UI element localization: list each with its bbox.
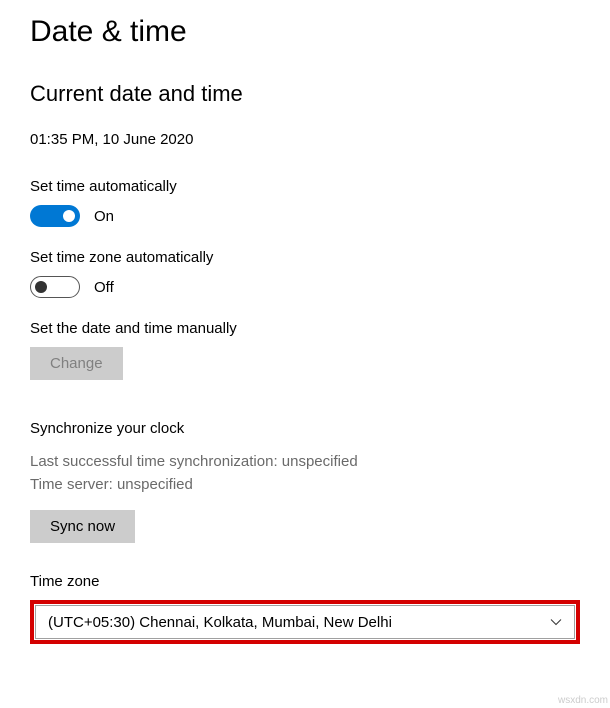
sync-now-button[interactable]: Sync now [30,510,135,543]
toggle-thumb-icon [63,210,75,222]
toggle-thumb-icon [35,281,47,293]
timezone-selected-value: (UTC+05:30) Chennai, Kolkata, Mumbai, Ne… [48,614,392,631]
chevron-down-icon [550,618,562,626]
sync-clock-heading: Synchronize your clock [30,420,580,437]
last-sync-text: Last successful time synchronization: un… [30,451,580,474]
page-title: Date & time [30,15,580,49]
change-button: Change [30,347,123,380]
auto-time-state: On [94,208,114,225]
timezone-label: Time zone [30,573,580,590]
watermark-text: wsxdn.com [558,695,608,706]
current-datetime-value: 01:35 PM, 10 June 2020 [30,131,580,148]
timezone-highlight-box: (UTC+05:30) Chennai, Kolkata, Mumbai, Ne… [30,600,580,644]
auto-timezone-label: Set time zone automatically [30,249,580,266]
current-datetime-heading: Current date and time [30,81,580,107]
time-server-text: Time server: unspecified [30,474,580,497]
auto-timezone-state: Off [94,279,114,296]
manual-datetime-label: Set the date and time manually [30,320,580,337]
timezone-dropdown[interactable]: (UTC+05:30) Chennai, Kolkata, Mumbai, Ne… [35,605,575,639]
auto-time-label: Set time automatically [30,178,580,195]
auto-timezone-toggle[interactable] [30,276,80,298]
auto-time-toggle[interactable] [30,205,80,227]
